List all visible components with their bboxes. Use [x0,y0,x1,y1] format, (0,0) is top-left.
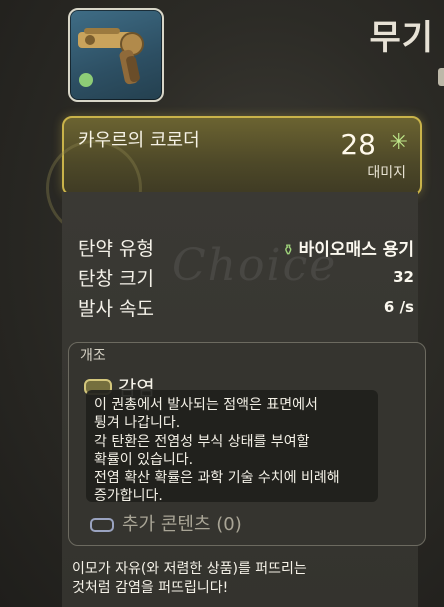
weapon-header: 카우르의 코로더 28 ✳ 대미지 [46,116,422,236]
extra-content-label: 추가 콘텐츠 (0) [122,514,242,535]
damage-label: 대미지 [367,165,406,181]
toxin-icon: ✳ [389,130,408,155]
weapon-description: 이모가 자유(와 저렴한 상품)를 퍼뜨리는 것처럼 감염을 퍼뜨립니다! [72,561,307,596]
damage-value: 28 [340,128,376,161]
extra-content-slot[interactable]: 추가 콘텐츠 (0) [90,510,242,536]
stat-value-ammo-text: 바이오매스 용기 [298,240,414,260]
mod-section-label: 개조 [80,348,106,364]
stat-value-magazine: 32 [393,268,414,286]
section-title: 무기 [369,18,434,58]
weapon-name: 카우르의 코로더 [78,130,200,151]
ammo-canister-icon: ⚱ [282,241,295,259]
empty-slot-icon [90,518,114,532]
stat-label-ammo: 탄약 유형 [78,238,154,260]
mod-tooltip-text: 이 권총에서 발사되는 점액은 표면에서 튕겨 나갑니다. 각 탄환은 전염성 … [94,397,340,505]
stat-value-firerate: 6 /s [383,298,414,316]
pistol-icon [78,28,144,87]
side-handle[interactable] [438,68,444,86]
stat-label-magazine: 탄창 크기 [78,268,154,290]
stat-value-ammo: ⚱ 바이오매스 용기 [282,235,414,260]
stat-label-firerate: 발사 속도 [78,298,154,320]
weapon-thumbnail[interactable] [68,8,164,102]
